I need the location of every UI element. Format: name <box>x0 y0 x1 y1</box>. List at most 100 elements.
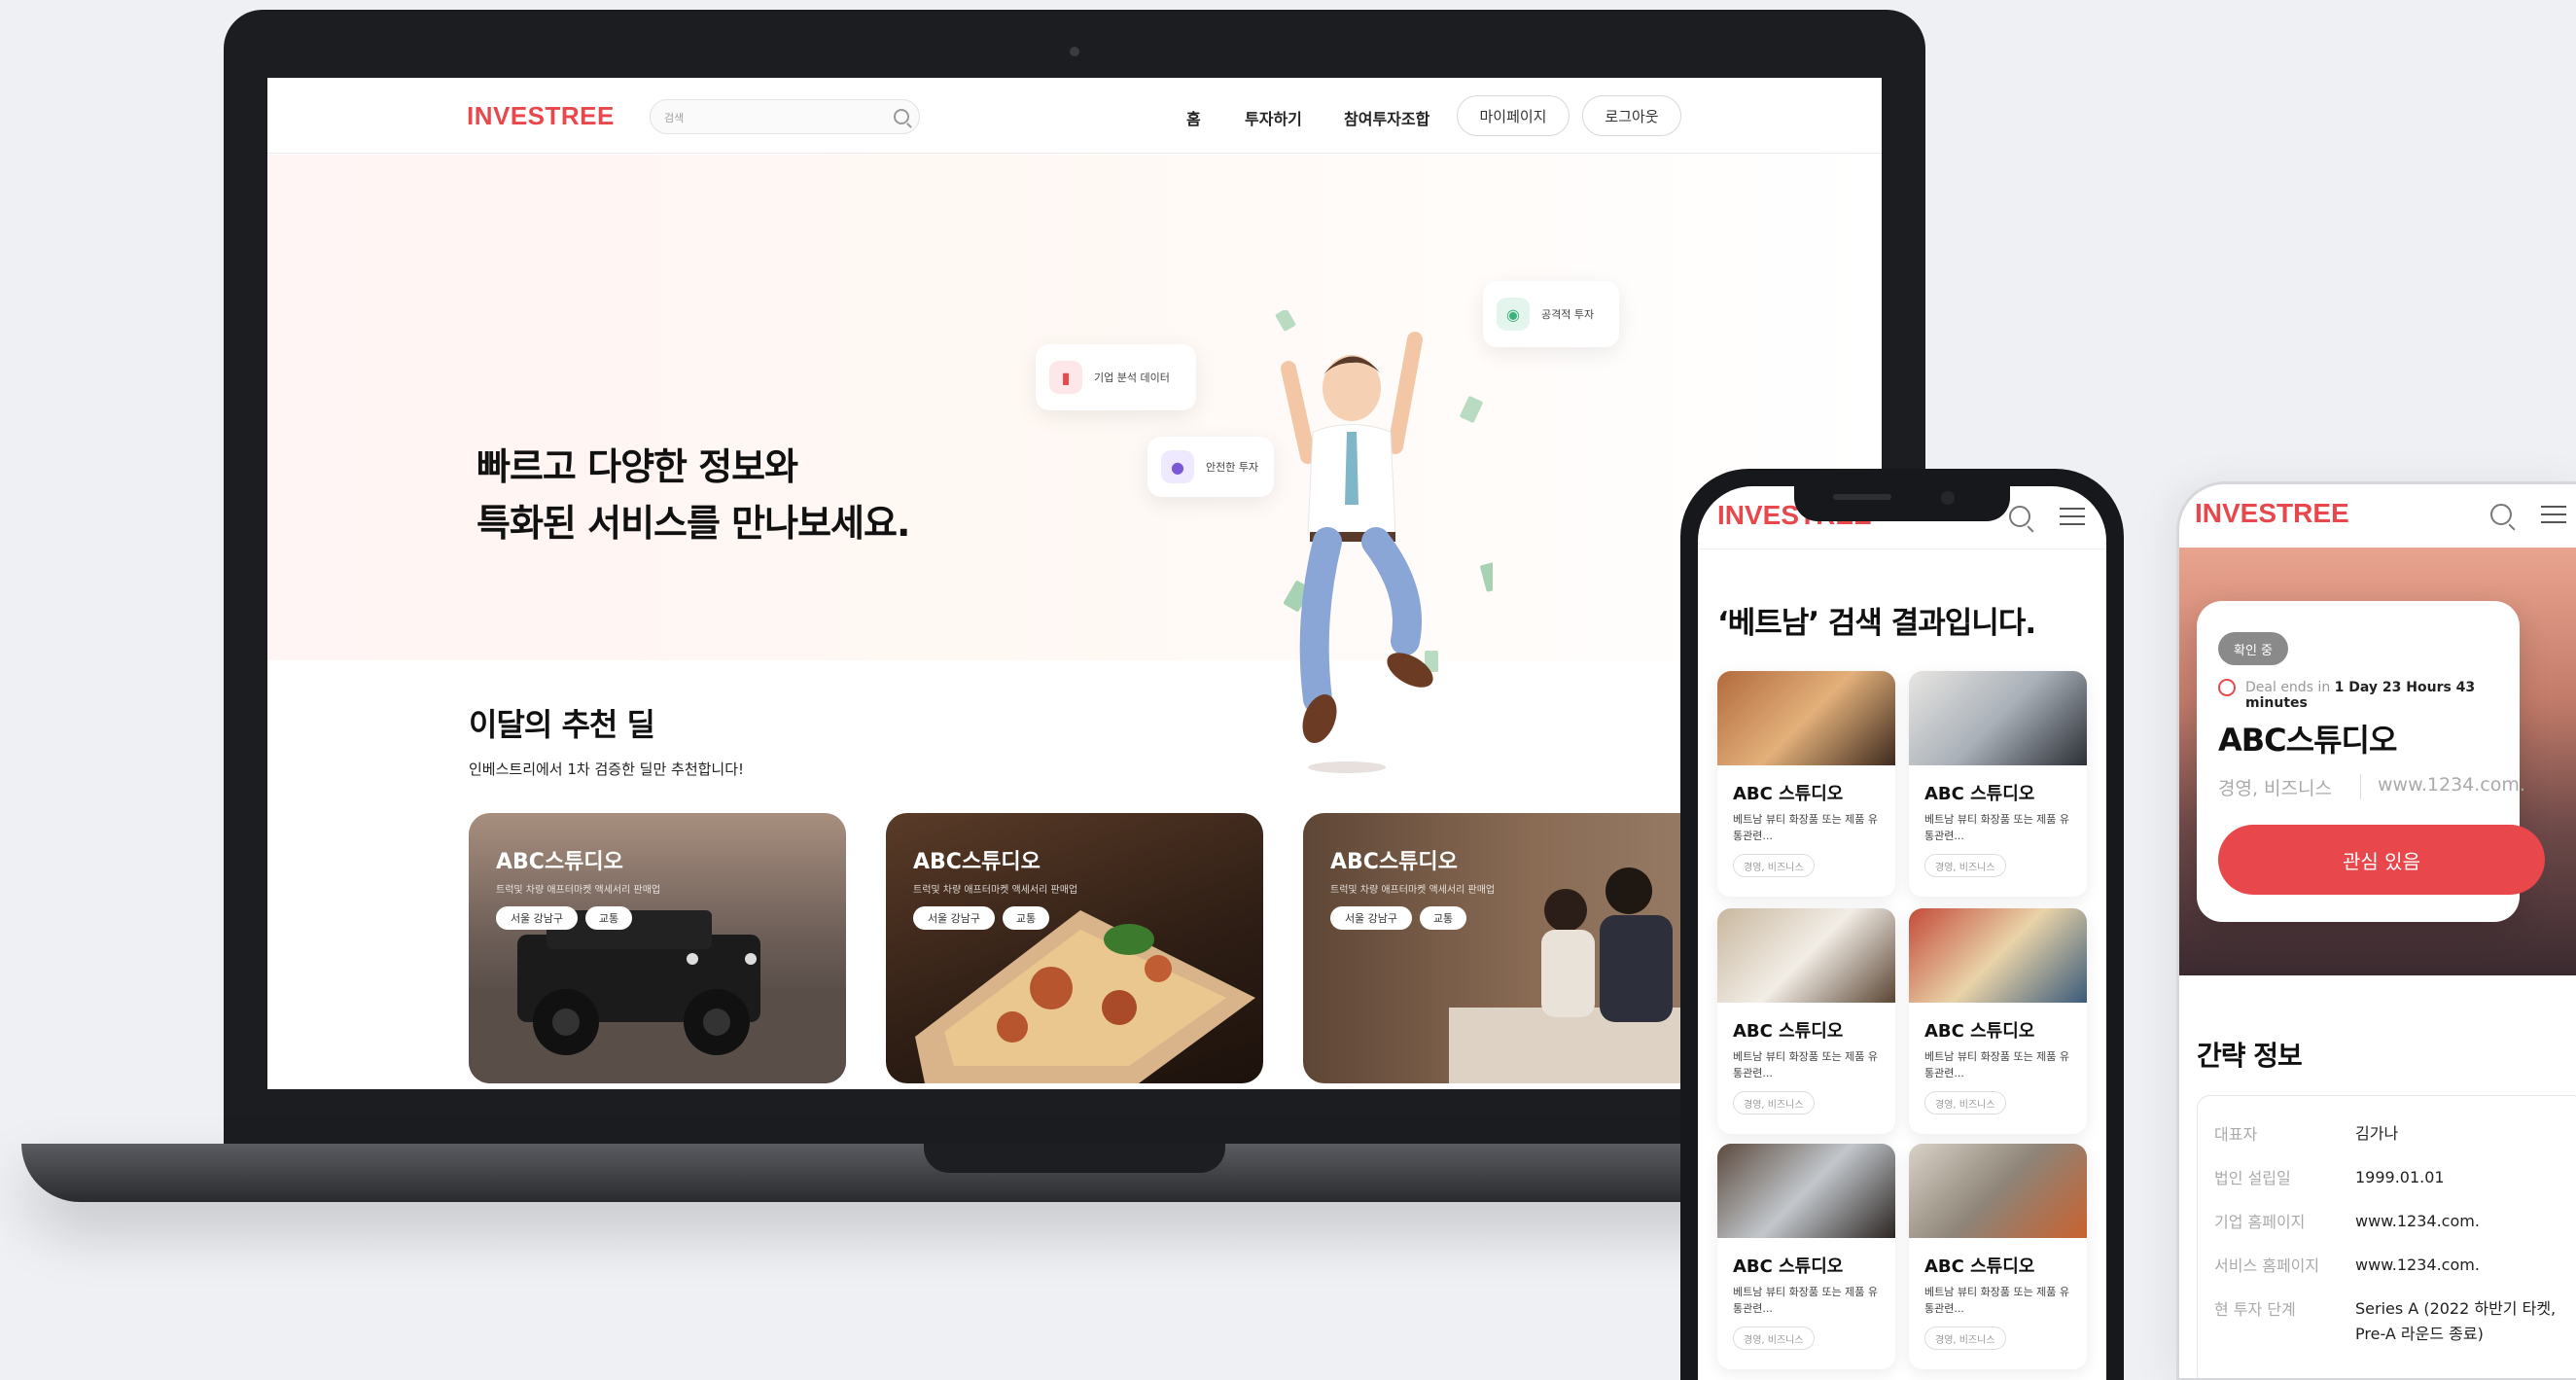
deal-tag: 교통 <box>1003 906 1049 930</box>
result-tag: 경영, 비즈니스 <box>1733 1327 1815 1350</box>
result-title: ABC 스튜디오 <box>1924 784 2035 804</box>
menu-icon[interactable] <box>2060 508 2085 525</box>
result-image <box>1717 1144 1895 1238</box>
info-key: 대표자 <box>2214 1125 2258 1144</box>
laptop-notch <box>924 1144 1225 1173</box>
result-card[interactable]: ABC 스튜디오 베트남 뷰티 화장품 또는 제품 유통관련... 경영, 비즈… <box>1909 671 2087 897</box>
deal-summary-card: 확인 중 Deal ends in 1 Day 23 Hours 43 minu… <box>2197 601 2545 922</box>
result-tag: 경영, 비즈니스 <box>1924 1091 2006 1115</box>
status-badge: 확인 중 <box>2218 632 2289 665</box>
search-icon[interactable] <box>894 109 909 124</box>
hero-title-line2: 특화된 서비스를 만나보세요. <box>476 502 910 545</box>
section-title: 간략 정보 <box>2197 1040 2303 1072</box>
hero-title-line1: 빠르고 다양한 정보와 <box>476 445 798 488</box>
result-desc: 베트남 뷰티 화장품 또는 제품 유통관련... <box>1733 1286 1879 1315</box>
result-tag: 경영, 비즈니스 <box>1733 1091 1815 1115</box>
bar-chart-icon: ▮ <box>1049 361 1082 394</box>
meta-divider <box>2360 774 2361 799</box>
logout-button[interactable]: 로그아웃 <box>1582 95 1681 136</box>
info-key: 현 투자 단계 <box>2214 1300 2296 1319</box>
deal-title: ABC스튜디오 <box>496 850 623 874</box>
info-key: 서비스 홈페이지 <box>2214 1256 2320 1275</box>
nav-invest[interactable]: 투자하기 <box>1245 106 1302 129</box>
result-card[interactable]: ABC 스튜디오 베트남 뷰티 화장품 또는 제품 유통관련... 경영, 비즈… <box>1909 1144 2087 1369</box>
result-image <box>1717 908 1895 1003</box>
hero-section: 빠르고 다양한 정보와 특화된 서비스를 만나보세요. ▮ 기업 분석 데이터 … <box>267 155 1882 773</box>
recommended-title: 이달의 추천 딜 <box>469 706 655 743</box>
deal-desc: 트럭및 차량 애프터마켓 액세서리 판매업 <box>496 885 661 896</box>
deal-tag: 서울 강남구 <box>913 906 995 930</box>
deal-tag: 교통 <box>585 906 632 930</box>
result-card[interactable]: ABC 스튜디오 베트남 뷰티 화장품 또는 제품 유통관련... 경영, 비즈… <box>1717 908 1895 1134</box>
deal-card[interactable]: ABC스튜디오 트럭및 차량 애프터마켓 액세서리 판매업 서울 강남구 교통 <box>886 813 1263 1083</box>
site-logo[interactable]: INVESTREE <box>2195 498 2349 529</box>
hero-title: 빠르고 다양한 정보와 특화된 서비스를 만나보세요. <box>476 439 910 551</box>
laptop-bezel <box>224 1089 1925 1148</box>
menu-icon[interactable] <box>2541 506 2566 523</box>
result-image <box>1717 671 1895 765</box>
search-bar[interactable]: 검색 <box>650 99 920 134</box>
info-value: 1999.01.01 <box>2355 1168 2445 1186</box>
phone-detail-screen: INVESTREE 확인 중 Deal ends in 1 Day 23 Hou… <box>2176 481 2576 1380</box>
phone-speaker <box>1833 494 1891 500</box>
result-title: ABC 스튜디오 <box>1924 1256 2035 1277</box>
mypage-button[interactable]: 마이페이지 <box>1457 95 1570 136</box>
result-desc: 베트남 뷰티 화장품 또는 제품 유통관련... <box>1733 1050 1879 1079</box>
result-title: ABC 스튜디오 <box>1733 1256 1844 1277</box>
result-desc: 베트남 뷰티 화장품 또는 제품 유통관련... <box>1924 1286 2070 1315</box>
info-value: 김가나 <box>2355 1124 2399 1143</box>
deal-countdown-prefix: Deal ends in <box>2245 680 2331 695</box>
interest-button[interactable]: 관심 있음 <box>2218 825 2545 895</box>
result-image <box>1909 671 2087 765</box>
site-header: INVESTREE 검색 홈 투자하기 참여투자조합 마이페이지 로그아웃 <box>267 78 1882 154</box>
nav-union[interactable]: 참여투자조합 <box>1344 106 1429 129</box>
result-card[interactable]: ABC 스튜디오 베트남 뷰티 화장품 또는 제품 유통관련... 경영, 비즈… <box>1717 671 1895 897</box>
deal-title: ABC스튜디오 <box>913 850 1041 874</box>
result-card[interactable]: ABC 스튜디오 베트남 뷰티 화장품 또는 제품 유통관련... 경영, 비즈… <box>1909 908 2087 1134</box>
float-card-aggressive: ◉ 공격적 투자 <box>1483 281 1619 347</box>
company-name: ABC스튜디오 <box>2218 722 2397 759</box>
laptop-camera <box>1070 47 1079 56</box>
phone-search-screen: INVESTREE ‘베트남’ 검색 결과입니다. ABC 스튜디오 베트남 뷰… <box>1698 486 2106 1380</box>
phone-camera <box>1941 491 1955 505</box>
result-tag: 경영, 비즈니스 <box>1733 854 1815 877</box>
float-card-label: 공격적 투자 <box>1541 308 1595 321</box>
result-tag: 경영, 비즈니스 <box>1924 1327 2006 1350</box>
result-desc: 베트남 뷰티 화장품 또는 제품 유통관련... <box>1733 813 1879 842</box>
info-key: 기업 홈페이지 <box>2214 1213 2306 1231</box>
company-category: 경영, 비즈니스 <box>2218 778 2332 799</box>
deal-card[interactable]: ABC스튜디오 트럭및 차량 애프터마켓 액세서리 판매업 서울 강남구 교통 <box>469 813 846 1083</box>
search-input[interactable]: 검색 <box>664 110 684 125</box>
search-results-heading: ‘베트남’ 검색 결과입니다. <box>1717 606 2036 641</box>
result-desc: 베트남 뷰티 화장품 또는 제품 유통관련... <box>1924 1050 2070 1079</box>
info-value[interactable]: www.1234.com. <box>2355 1209 2576 1234</box>
result-tag: 경영, 비즈니스 <box>1924 854 2006 877</box>
search-icon[interactable] <box>2009 506 2030 527</box>
info-value[interactable]: www.1234.com. <box>2355 1253 2576 1278</box>
header-divider <box>1698 548 2106 549</box>
nav-home[interactable]: 홈 <box>1186 106 1201 129</box>
site-logo[interactable]: INVESTREE <box>467 101 615 131</box>
result-image <box>1909 1144 2087 1238</box>
deal-tag: 서울 강남구 <box>1330 906 1412 930</box>
result-desc: 베트남 뷰티 화장품 또는 제품 유통관련... <box>1924 813 2070 842</box>
laptop-screen: INVESTREE 검색 홈 투자하기 참여투자조합 마이페이지 로그아웃 빠르… <box>267 78 1882 1089</box>
company-website[interactable]: www.1234.com. <box>2378 774 2525 796</box>
deal-tag: 서울 강남구 <box>496 906 578 930</box>
shield-icon: ● <box>1161 450 1194 483</box>
coin-icon: ◉ <box>1497 298 1530 331</box>
search-icon[interactable] <box>2490 504 2512 525</box>
result-title: ABC 스튜디오 <box>1733 1021 1844 1042</box>
deal-title: ABC스튜디오 <box>1330 850 1458 874</box>
result-card[interactable]: ABC 스튜디오 베트남 뷰티 화장품 또는 제품 유통관련... 경영, 비즈… <box>1717 1144 1895 1369</box>
phone-notch <box>1794 482 2010 521</box>
result-title: ABC 스튜디오 <box>1924 1021 2035 1042</box>
info-key: 법인 설립일 <box>2214 1169 2291 1187</box>
deal-countdown: Deal ends in 1 Day 23 Hours 43 minutes <box>2245 680 2520 711</box>
info-value: Series A (2022 하반기 타켓, Pre-A 라운드 종료) <box>2355 1299 2557 1343</box>
deal-tag: 교통 <box>1420 906 1466 930</box>
recommended-subtitle: 인베스트리에서 1차 검증한 딜만 추천합니다! <box>469 761 745 778</box>
deal-desc: 트럭및 차량 애프터마켓 액세서리 판매업 <box>913 885 1078 896</box>
result-title: ABC 스튜디오 <box>1733 784 1844 804</box>
float-card-analysis: ▮ 기업 분석 데이터 <box>1036 344 1196 410</box>
